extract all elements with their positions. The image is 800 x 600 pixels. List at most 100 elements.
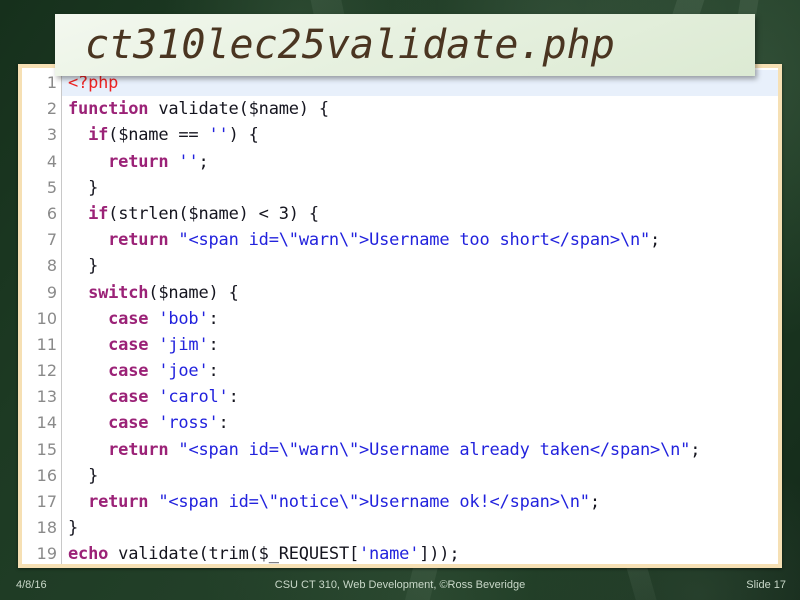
code-line[interactable]: return "<span id=\"notice\">Username ok!… <box>62 489 778 515</box>
code-line[interactable]: echo validate(trim($_REQUEST['name'])); <box>62 541 778 564</box>
code-token-kw: case <box>108 387 149 408</box>
line-number: 2 <box>46 99 57 119</box>
code-token-plain: } <box>68 256 99 277</box>
code-token-kw: case <box>108 308 149 329</box>
line-number: 10 <box>36 308 57 328</box>
code-content-area[interactable]: <?php function validate($name) { if($name… <box>62 68 778 564</box>
code-line[interactable]: case 'carol': <box>62 384 778 410</box>
code-token-kw: function <box>68 99 149 120</box>
line-number: 11 <box>36 334 57 354</box>
line-number: 9 <box>46 282 57 302</box>
code-token-str: 'carol' <box>158 387 229 408</box>
line-number: 4 <box>46 151 57 171</box>
code-token-plain: ; <box>690 439 701 460</box>
code-token-str: 'joe' <box>158 361 209 382</box>
code-line[interactable]: if($name == '') { <box>62 122 778 148</box>
code-token-str: '' <box>178 151 199 172</box>
line-number: 8 <box>46 256 57 276</box>
code-token-plain: ($name == <box>108 125 209 146</box>
line-number: 12 <box>36 361 57 381</box>
code-token-plain: ) { <box>228 125 259 146</box>
code-token-str: 'ross' <box>158 413 219 434</box>
code-line[interactable]: switch($name) { <box>62 280 778 306</box>
line-number: 13 <box>36 387 57 407</box>
code-token-plain: ])); <box>419 544 460 564</box>
code-token-str: 'jim' <box>158 334 209 355</box>
code-token-plain: validate(trim($_REQUEST[ <box>108 544 360 564</box>
code-token-kw: echo <box>68 544 109 564</box>
code-line[interactable]: function validate($name) { <box>62 96 778 122</box>
code-token-plain: ; <box>589 492 600 512</box>
line-number: 18 <box>36 518 57 538</box>
slide-title-box: ct310lec25validate.php <box>55 14 755 76</box>
code-token-plain: } <box>68 518 79 539</box>
footer-slide-number: Slide 17 <box>746 579 786 591</box>
code-token-plain: ($name) { <box>148 282 239 303</box>
code-token-plain: validate($name) { <box>148 99 329 120</box>
code-line[interactable]: case 'jim': <box>62 332 778 358</box>
code-line[interactable]: case 'bob': <box>62 306 778 332</box>
line-number: 17 <box>36 492 57 511</box>
code-line[interactable]: } <box>62 515 778 541</box>
code-line[interactable]: } <box>62 253 778 279</box>
code-token-kw: if <box>88 125 109 146</box>
code-token-plain: : <box>208 308 219 329</box>
line-number: 14 <box>36 413 57 433</box>
code-token-plain: : <box>208 361 219 382</box>
code-token-str: 'name' <box>359 544 420 564</box>
line-number: 6 <box>46 203 57 223</box>
code-line[interactable]: return "<span id=\"warn\">Username too s… <box>62 227 778 253</box>
code-line[interactable]: case 'joe': <box>62 358 778 384</box>
code-line[interactable]: } <box>62 175 778 201</box>
line-number: 19 <box>36 544 57 564</box>
code-token-str: "<span id=\"notice\">Username ok!</span>… <box>158 492 590 512</box>
code-token-kw: if <box>88 203 109 224</box>
code-token-kw: return <box>108 230 169 251</box>
code-token-plain: ; <box>650 230 661 251</box>
code-token-plain: } <box>68 465 99 486</box>
presentation-slide: 1 2 3 4 5 6 7 8 9 10 11 12 13 14 15 16 17 18 19 <?php funct… <box>0 0 800 600</box>
code-line[interactable]: if(strlen($name) < 3) { <box>62 201 778 227</box>
code-token-kw: return <box>108 439 169 460</box>
code-line[interactable]: return ''; <box>62 149 778 175</box>
code-token-pp: <?php <box>68 73 119 93</box>
line-number: 16 <box>36 465 57 485</box>
line-number: 5 <box>46 177 57 197</box>
line-number: 15 <box>36 439 57 459</box>
code-token-plain: ; <box>198 151 209 172</box>
code-line[interactable]: return "<span id=\"warn\">Username alrea… <box>62 437 778 463</box>
code-token-kw: return <box>108 151 169 172</box>
line-number-gutter: 1 2 3 4 5 6 7 8 9 10 11 12 13 14 15 16 17 18 19 <box>22 68 62 564</box>
slide-title-text: ct310lec25validate.php <box>85 22 615 68</box>
code-token-str: "<span id=\"warn\">Username already take… <box>178 439 691 460</box>
code-token-plain: : <box>208 334 219 355</box>
code-token-plain: } <box>68 177 99 198</box>
code-editor-panel[interactable]: 1 2 3 4 5 6 7 8 9 10 11 12 13 14 15 16 17 18 19 <?php funct… <box>18 64 782 568</box>
code-token-kw: return <box>88 492 149 512</box>
code-token-str: "<span id=\"warn\">Username too short</s… <box>178 230 651 251</box>
line-number: 3 <box>46 125 57 145</box>
code-line[interactable]: } <box>62 463 778 489</box>
code-line[interactable]: case 'ross': <box>62 410 778 436</box>
code-token-plain: : <box>228 387 239 408</box>
footer-course-credit: CSU CT 310, Web Development, ©Ross Bever… <box>274 579 526 591</box>
